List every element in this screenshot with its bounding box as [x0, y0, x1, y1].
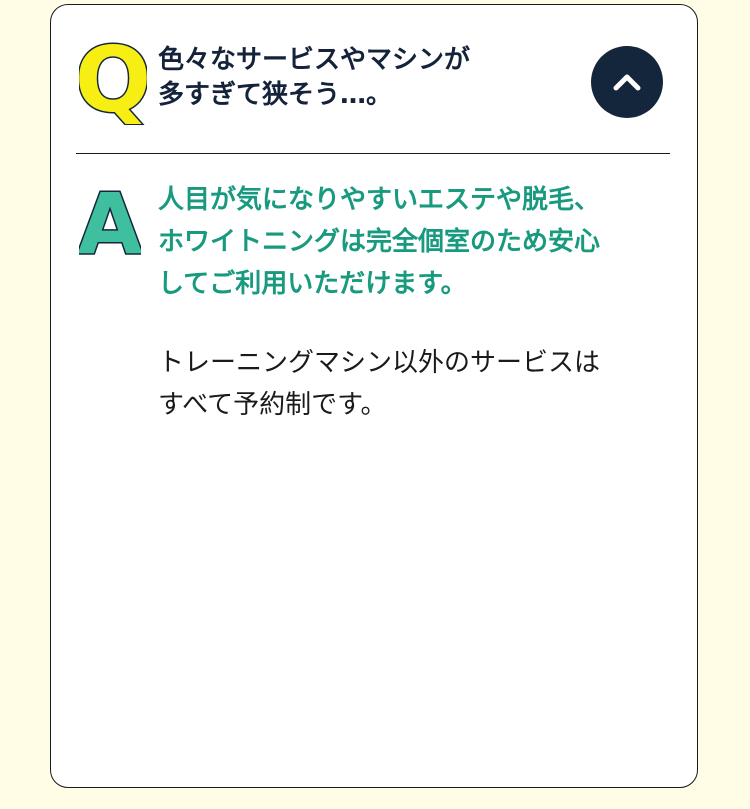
faq-divider	[76, 153, 670, 154]
faq-collapse-button[interactable]	[591, 46, 663, 118]
faq-card: Q 色々なサービスやマシンが 多すぎて狭そう…。 A 人目が気になりやすいエステ…	[50, 4, 698, 788]
question-mark-icon: Q	[79, 35, 147, 125]
chevron-up-icon	[613, 74, 641, 91]
question-mark-letter: Q	[79, 35, 147, 125]
faq-question-text: 色々なサービスやマシンが 多すぎて狭そう…。	[158, 45, 471, 110]
answer-mark-icon: A	[79, 183, 141, 257]
faq-answer-body: トレーニングマシン以外のサービスは すべて予約制です。	[158, 348, 601, 420]
faq-question-row[interactable]: Q 色々なサービスやマシンが 多すぎて狭そう…。	[51, 5, 697, 153]
faq-answer-highlight: 人目が気になりやすいエステや脱毛、 ホワイトニングは完全個室のため安心 してご利…	[158, 185, 601, 299]
answer-mark-letter: A	[79, 183, 141, 257]
